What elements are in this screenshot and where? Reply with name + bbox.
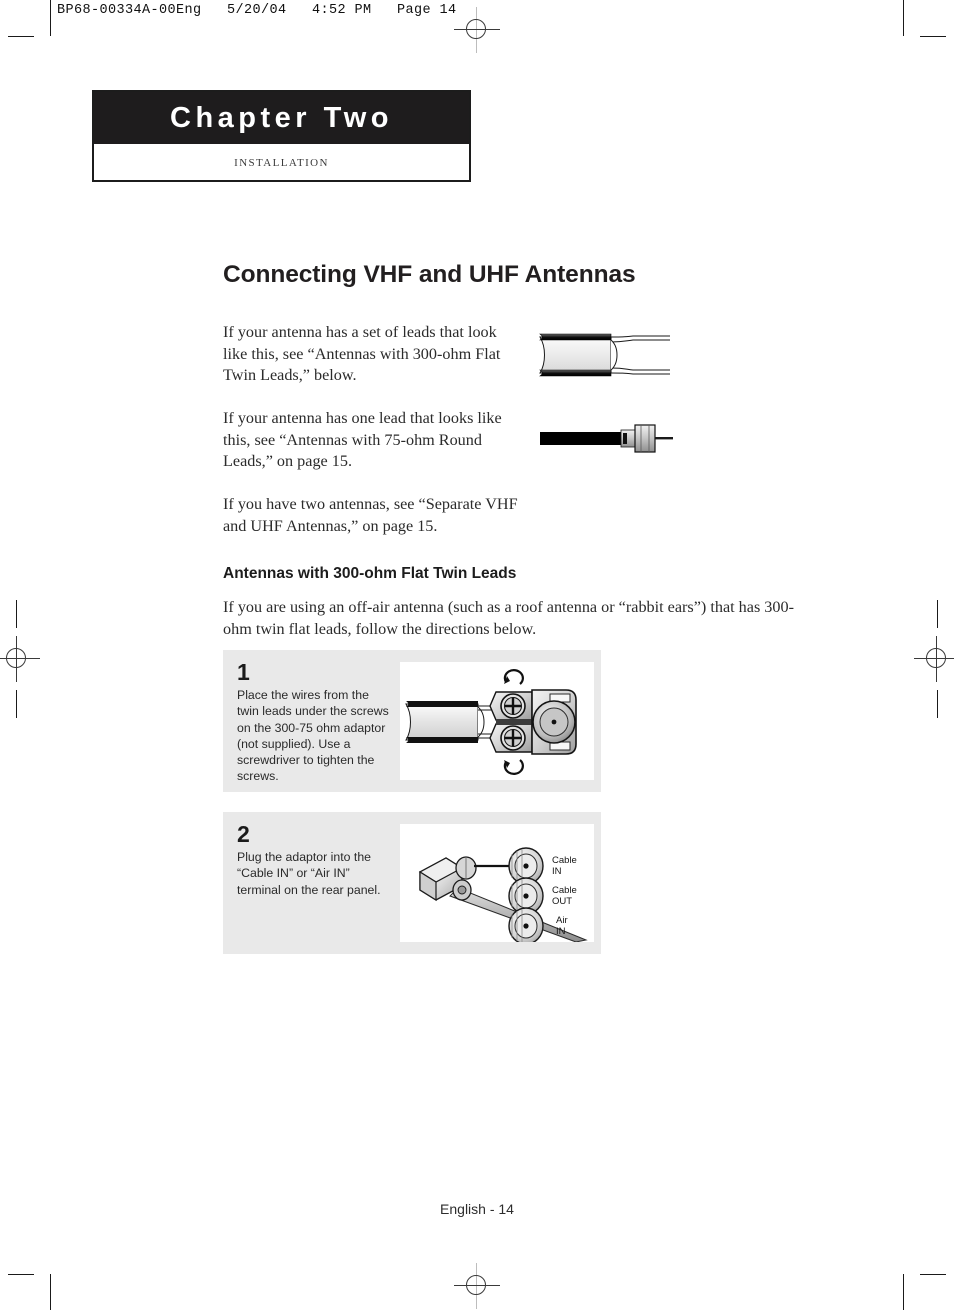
registration-mark-top [454, 7, 500, 53]
trim-tick-right-top [920, 36, 946, 37]
step-1-instruction: Place the wires from the twin leads unde… [237, 688, 389, 784]
coax-cable-illustration [537, 420, 677, 456]
rear-panel-terminals-illustration: Cable IN Cable OUT Air IN [400, 824, 594, 942]
trim-line-left-bottom [50, 1274, 51, 1310]
step-2-number: 2 [237, 821, 250, 847]
trim-tick-left-top [8, 36, 34, 37]
page-title: Connecting VHF and UHF Antennas [223, 261, 636, 288]
label-air-in-line1: Air [556, 915, 568, 926]
print-slug: BP68-00334A-00Eng 5/20/04 4:52 PM Page 1… [57, 3, 457, 18]
adaptor-screws-illustration [400, 662, 594, 780]
paragraph-round-leads: If your antenna has one lead that looks … [223, 409, 502, 470]
step-1-number: 1 [237, 659, 250, 685]
registration-mark-bottom [454, 1263, 500, 1309]
trim-line-left-mid-lower [16, 690, 17, 718]
chapter-subtitle-bar: Installation [94, 144, 469, 180]
paragraph-two-antennas: If you have two antennas, see “Separate … [223, 495, 518, 535]
jack-air-in [508, 907, 544, 942]
section-heading-300ohm: Antennas with 300-ohm Flat Twin Leads [223, 565, 517, 582]
trim-line-left-mid-upper [16, 600, 17, 628]
chapter-title: Chapter Two [170, 101, 393, 134]
step-1-text-column: 1 Place the wires from the twin leads un… [223, 650, 399, 792]
step-panel-2: 2 Plug the adaptor into the “Cable IN” o… [223, 812, 601, 954]
chapter-subtitle: Installation [234, 153, 329, 170]
trim-tick-left-bottom [8, 1274, 34, 1275]
trim-line-right-mid-lower [937, 690, 938, 718]
label-cable-in-line2: IN [552, 866, 562, 877]
manual-page: BP68-00334A-00Eng 5/20/04 4:52 PM Page 1… [0, 0, 954, 1310]
paragraph-twin-leads: If your antenna has a set of leads that … [223, 323, 501, 384]
trim-line-right-mid-upper [937, 600, 938, 628]
label-cable-out-line1: Cable [552, 885, 577, 896]
label-cable-out-line2: OUT [552, 896, 572, 907]
paragraph-off-air-antenna: If you are using an off-air antenna (suc… [223, 598, 794, 638]
label-air-in-line2: IN [556, 926, 566, 937]
chapter-title-bar: Chapter Two [94, 92, 469, 144]
chapter-banner: Chapter Two Installation [92, 90, 471, 182]
twin-lead-cable-illustration [537, 325, 677, 387]
registration-mark-left [0, 636, 40, 682]
step-2-text-column: 2 Plug the adaptor into the “Cable IN” o… [223, 812, 399, 954]
label-cable-in-line1: Cable [552, 855, 577, 866]
trim-line-right-top [903, 0, 904, 36]
page-footer: English - 14 [440, 1201, 514, 1217]
registration-mark-right [914, 636, 954, 682]
step-2-instruction: Plug the adaptor into the “Cable IN” or … [237, 850, 381, 897]
trim-tick-right-bottom [920, 1274, 946, 1275]
step-panel-1: 1 Place the wires from the twin leads un… [223, 650, 601, 792]
trim-line-left-top [50, 0, 51, 36]
trim-line-right-bottom [903, 1274, 904, 1310]
